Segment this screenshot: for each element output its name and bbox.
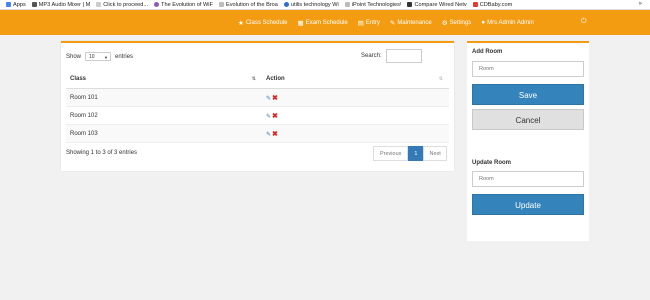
next-page-button[interactable]: Next bbox=[423, 146, 447, 161]
apps-icon bbox=[6, 2, 11, 7]
rooms-table-panel: Show 10 ▼ entries Search: Class ⇅ Action ⇅ … bbox=[61, 41, 454, 171]
cancel-button[interactable]: Cancel bbox=[472, 109, 584, 130]
star-icon: ★ bbox=[238, 19, 244, 27]
action-cell: ✎✖ bbox=[262, 106, 449, 125]
table-info: Showing 1 to 3 of 3 entries bbox=[66, 150, 138, 156]
gear-icon: ⚙ bbox=[441, 19, 448, 27]
delete-icon[interactable]: ✖ bbox=[272, 113, 278, 120]
entries-length-control: Show 10 ▼ entries bbox=[66, 52, 134, 61]
bookmarks-bar: Apps MP3 Audio Mixer | M Click to procee… bbox=[0, 0, 650, 10]
delete-icon[interactable]: ✖ bbox=[272, 131, 278, 138]
power-icon[interactable]: ⏻ bbox=[581, 18, 588, 25]
update-button[interactable]: Update bbox=[472, 194, 584, 215]
update-room-title: Update Room bbox=[472, 160, 511, 166]
search-input[interactable] bbox=[385, 49, 422, 63]
sort-icon: ⇅ bbox=[438, 76, 443, 82]
nav-settings[interactable]: ⚙ Settings bbox=[442, 19, 472, 27]
more-bookmarks-icon[interactable]: » bbox=[639, 0, 642, 9]
user-icon: ● bbox=[481, 19, 486, 26]
nav-entry[interactable]: ▤ Entry bbox=[358, 19, 380, 27]
action-cell: ✎✖ bbox=[262, 88, 449, 107]
entries-select[interactable]: 10 ▼ bbox=[85, 52, 112, 61]
bookmark-item[interactable]: Compare Wired Netv bbox=[407, 2, 467, 8]
bookmark-item[interactable]: MP3 Audio Mixer | M bbox=[31, 2, 90, 8]
table-row: Room 101 ✎✖ bbox=[66, 88, 449, 107]
bookmark-item[interactable]: The Evolution of WiF bbox=[154, 2, 213, 8]
table-row: Room 103 ✎✖ bbox=[66, 124, 449, 143]
top-navbar: ★ Class Schedule ▦ Exam Schedule ▤ Entry ✎ M… bbox=[0, 10, 650, 35]
column-header-class[interactable]: Class ⇅ bbox=[66, 70, 262, 89]
update-room-input[interactable] bbox=[472, 171, 584, 187]
column-header-action[interactable]: Action ⇅ bbox=[262, 70, 449, 89]
bookmark-item[interactable]: iPoint Technologies\ bbox=[344, 2, 401, 8]
search-control: Search: bbox=[361, 49, 422, 63]
bookmark-apps[interactable]: Apps bbox=[6, 2, 26, 8]
page-icon bbox=[344, 2, 350, 7]
sort-asc-icon: ⇅ bbox=[251, 76, 256, 82]
nav-class-schedule[interactable]: ★ Class Schedule bbox=[238, 19, 288, 27]
bookmark-item[interactable]: Click to proceed... bbox=[96, 2, 148, 8]
bookmark-icon bbox=[283, 2, 289, 7]
page-1-button[interactable]: 1 bbox=[408, 146, 424, 161]
bookmark-icon bbox=[154, 2, 160, 7]
bookmark-icon bbox=[407, 2, 413, 7]
bookmark-item[interactable]: CDBaby.com bbox=[472, 2, 512, 8]
bookmark-item[interactable]: utilis technology Wi bbox=[283, 2, 339, 8]
pagination: Previous 1 Next bbox=[373, 146, 447, 161]
room-form-panel: Add Room Save Cancel Update Room Update bbox=[467, 41, 589, 241]
document-icon: ▤ bbox=[357, 19, 364, 27]
wrench-icon: ✎ bbox=[389, 19, 396, 27]
nav-exam-schedule[interactable]: ▦ Exam Schedule bbox=[298, 19, 348, 27]
delete-icon[interactable]: ✖ bbox=[272, 95, 278, 102]
table-row: Room 102 ✎✖ bbox=[66, 106, 449, 125]
bookmark-icon bbox=[472, 2, 478, 7]
calendar-icon: ▦ bbox=[297, 19, 304, 27]
room-name-cell: Room 101 bbox=[66, 88, 262, 107]
edit-icon[interactable]: ✎ bbox=[266, 96, 271, 102]
nav-user-menu[interactable]: ● Mrs Admin Admin bbox=[481, 19, 534, 26]
room-name-cell: Room 102 bbox=[66, 106, 262, 125]
save-button[interactable]: Save bbox=[472, 84, 584, 105]
page-icon bbox=[218, 2, 224, 7]
edit-icon[interactable]: ✎ bbox=[266, 114, 271, 120]
add-room-title: Add Room bbox=[472, 49, 503, 55]
bookmark-item[interactable]: Evolution of the Broa bbox=[218, 2, 278, 8]
page-icon bbox=[96, 2, 102, 7]
add-room-input[interactable] bbox=[472, 61, 584, 77]
action-cell: ✎✖ bbox=[262, 124, 449, 143]
edit-icon[interactable]: ✎ bbox=[266, 132, 271, 138]
room-name-cell: Room 103 bbox=[66, 124, 262, 143]
nav-maintenance[interactable]: ✎ Maintenance bbox=[390, 19, 432, 27]
rooms-table: Class ⇅ Action ⇅ Room 101 ✎✖ Room 102 ✎✖ R… bbox=[66, 70, 449, 143]
chevron-down-icon: ▼ bbox=[104, 55, 109, 60]
previous-page-button[interactable]: Previous bbox=[373, 146, 409, 161]
bookmark-icon bbox=[31, 2, 37, 7]
